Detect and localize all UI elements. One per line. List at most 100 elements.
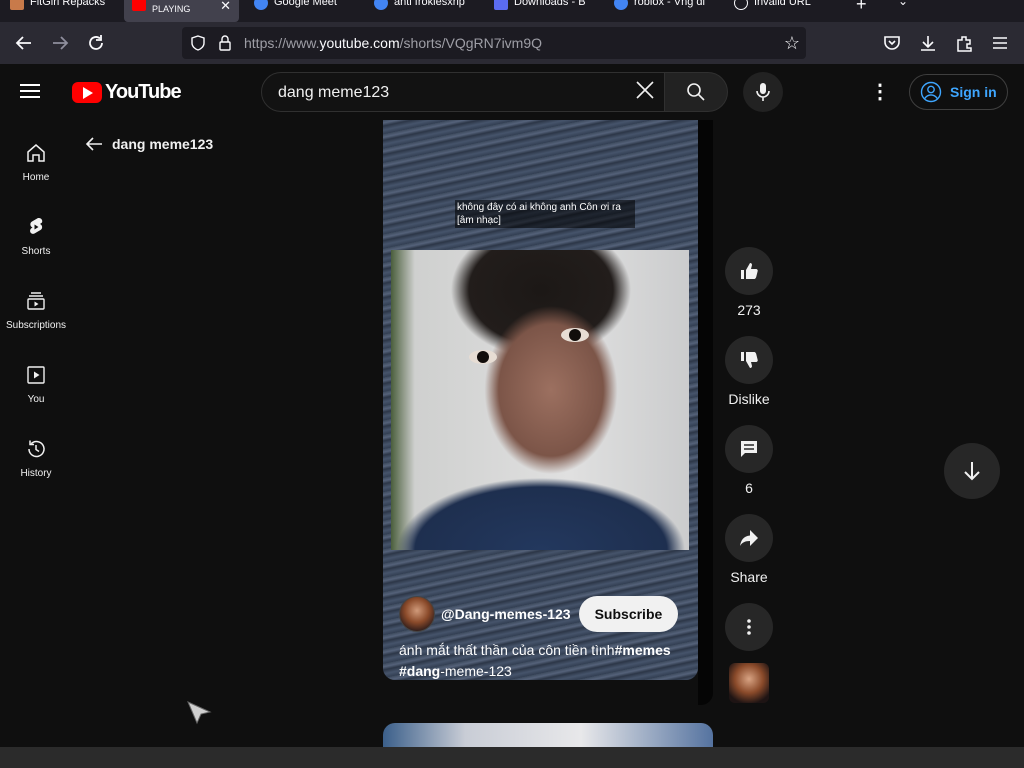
browser-tab[interactable]: Google Meet [254, 0, 354, 22]
dislike-circle[interactable] [725, 336, 773, 384]
browser-tab[interactable]: roblox - Vng di [614, 0, 714, 22]
guide-item-you[interactable]: You [0, 342, 72, 416]
history-icon [28, 440, 45, 458]
address-bar[interactable]: https://www.youtube.com/shorts/VQgRN7ivm… [182, 27, 806, 59]
like-circle[interactable] [725, 247, 773, 295]
next-video-button[interactable] [944, 443, 1000, 499]
like-count: 273 [737, 302, 761, 318]
os-taskbar [0, 747, 1024, 768]
share-button[interactable]: Share [725, 514, 773, 585]
channel-avatar[interactable] [399, 596, 435, 632]
short-title: ánh mắt thất thần của côn tiền tình#meme… [399, 640, 689, 680]
search-input[interactable]: dang meme123 [261, 72, 665, 112]
downloads-icon[interactable] [914, 29, 942, 57]
subscriptions-icon [27, 292, 45, 310]
title-tail: -meme-123 [440, 663, 512, 679]
extensions-icon[interactable] [950, 29, 978, 57]
arrow-left-icon [85, 137, 102, 151]
youtube-logo[interactable]: YouTube [72, 81, 182, 104]
browser-tab-active[interactable]: PLAYING ✕ [124, 0, 239, 22]
youtube-favicon-icon [132, 0, 146, 11]
comment-count: 6 [745, 480, 753, 496]
more-vert-icon [747, 619, 751, 635]
reload-icon[interactable] [82, 29, 110, 57]
tab-favicon-icon [10, 0, 24, 10]
shorts-icon [30, 218, 43, 234]
settings-more-icon[interactable]: ⋮ [866, 80, 894, 104]
browser-tab[interactable]: anti frokiesxrip [374, 0, 474, 22]
pocket-icon[interactable] [878, 29, 906, 57]
puzzle-favicon-icon [494, 0, 508, 10]
browser-tab[interactable]: FitGirl Repacks [10, 0, 114, 22]
tab-title: roblox - Vng di [634, 0, 705, 8]
search-button[interactable] [664, 72, 728, 112]
thumbs-down-icon [741, 352, 758, 368]
arrow-down-icon [964, 462, 980, 481]
guide-item-label: Subscriptions [5, 320, 67, 331]
browser-tab-strip: FitGirl Repacks PLAYING ✕ Google Meet an… [0, 0, 1024, 22]
dislike-button[interactable]: Dislike [725, 336, 773, 407]
channel-name[interactable]: @Dang-memes-123 [441, 606, 571, 622]
forward-arrow-icon[interactable] [46, 29, 74, 57]
bookmark-star-icon[interactable]: ☆ [784, 33, 800, 54]
dislike-label: Dislike [728, 391, 770, 407]
comments-circle[interactable] [725, 425, 773, 473]
like-button[interactable]: 273 [725, 247, 773, 318]
guide-item-label: You [27, 394, 45, 405]
share-arrow-icon [740, 530, 758, 546]
video-detail [469, 350, 497, 364]
guide-menu-button[interactable] [20, 80, 48, 104]
clear-search-icon[interactable] [634, 79, 656, 106]
logo-wordmark: YouTube [105, 81, 182, 103]
share-circle[interactable] [725, 514, 773, 562]
sign-in-button[interactable]: Sign in [909, 74, 1008, 110]
google-favicon-icon [374, 0, 388, 10]
account-icon [920, 81, 942, 103]
search-icon [687, 83, 705, 101]
mouse-pointer-icon [186, 700, 212, 733]
url-text[interactable]: https://www.youtube.com/shorts/VQgRN7ivm… [244, 35, 542, 51]
back-arrow-icon[interactable] [10, 29, 38, 57]
close-tab-icon[interactable]: ✕ [220, 0, 231, 14]
google-favicon-icon [614, 0, 628, 10]
back-to-results-link[interactable]: dang meme123 [84, 134, 213, 154]
comments-button[interactable]: 6 [725, 425, 773, 496]
microphone-icon [756, 83, 770, 101]
video-caption: không đây có ai không anh Côn ơi ra [âm … [455, 200, 635, 228]
info-favicon-icon [734, 0, 748, 10]
more-actions-circle[interactable] [725, 603, 773, 651]
guide-item-label: History [20, 468, 52, 479]
sound-pivot-avatar[interactable] [729, 663, 769, 703]
more-actions-button[interactable] [725, 603, 773, 651]
tab-title: Downloads - B [514, 0, 586, 8]
list-tabs-chevron-icon[interactable]: ⌄ [898, 0, 908, 8]
guide-item-subscriptions[interactable]: Subscriptions [0, 268, 72, 342]
guide-item-label: Home [22, 172, 50, 183]
hashtag-link[interactable]: #memes [615, 642, 671, 658]
you-icon [27, 366, 45, 384]
tab-title: Google Meet [274, 0, 337, 8]
youtube-masthead: YouTube dang meme123 ⋮ Sign in [0, 64, 1024, 120]
voice-search-button[interactable] [743, 72, 783, 112]
shorts-player[interactable]: không đây có ai không anh Côn ơi ra [âm … [383, 120, 698, 680]
browser-tab[interactable]: Invalid URL [734, 0, 834, 22]
guide-item-label: Shorts [21, 246, 51, 257]
guide-item-shorts[interactable]: Shorts [0, 194, 72, 268]
hashtag-link[interactable]: #dang [399, 663, 440, 679]
youtube-play-icon [72, 82, 102, 103]
guide-item-history[interactable]: History [0, 416, 72, 490]
subscribe-button[interactable]: Subscribe [578, 596, 679, 632]
share-label: Share [730, 569, 768, 585]
new-tab-plus-icon[interactable]: + [856, 0, 867, 15]
google-favicon-icon [254, 0, 268, 10]
search-query-text[interactable]: dang meme123 [278, 84, 389, 102]
lock-icon[interactable] [218, 35, 232, 56]
shorts-action-bar: 273 Dislike 6 Share [725, 247, 773, 669]
title-text: ánh mắt thất thần của côn tiền tình [399, 642, 615, 658]
video-frame [391, 250, 689, 550]
browser-tab[interactable]: Downloads - B [494, 0, 594, 22]
app-menu-icon[interactable] [986, 29, 1014, 57]
tracking-shield-icon[interactable] [190, 35, 206, 56]
guide-item-home[interactable]: Home [0, 120, 72, 194]
tab-title: anti frokiesxrip [394, 0, 465, 8]
